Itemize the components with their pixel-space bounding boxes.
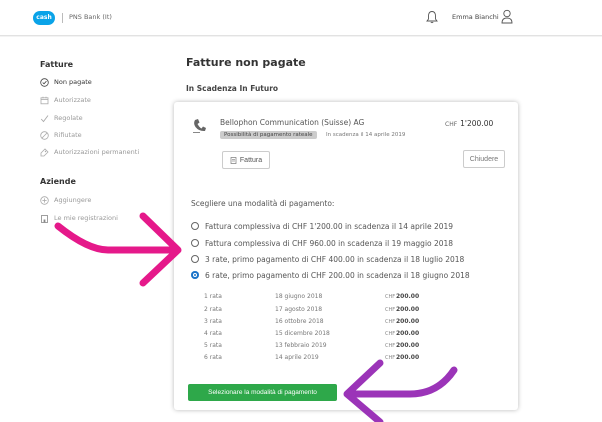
purple-arrow-icon [343,359,458,422]
annotation-arrows [54,212,458,422]
pink-arrow-icon [54,212,182,287]
